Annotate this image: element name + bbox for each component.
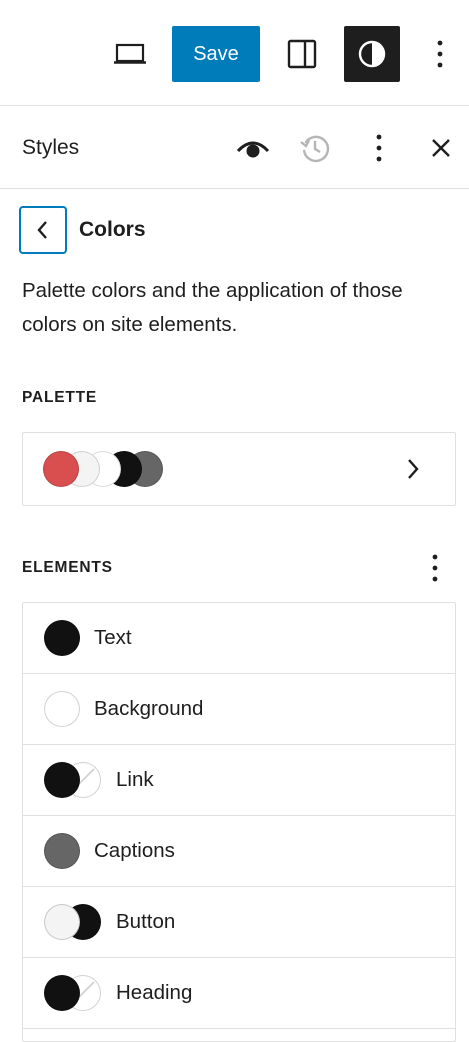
color-swatch: [44, 620, 80, 656]
color-swatch: [44, 904, 80, 940]
element-swatches: [44, 975, 101, 1011]
styles-half-circle-icon: [358, 40, 386, 68]
element-label: Button: [116, 910, 176, 933]
settings-sidebar-button[interactable]: [274, 26, 330, 82]
palette-button[interactable]: [22, 432, 456, 506]
element-swatches: [44, 904, 101, 940]
palette-heading: PALETTE: [22, 389, 98, 406]
element-row-background[interactable]: Background: [23, 674, 455, 745]
style-book-button[interactable]: [229, 124, 277, 172]
element-row-button[interactable]: Button: [23, 887, 455, 958]
color-swatch: [44, 833, 80, 869]
element-label: Link: [116, 768, 154, 791]
element-row-heading[interactable]: Heading: [23, 958, 455, 1029]
styles-button[interactable]: [344, 26, 400, 82]
more-vertical-icon: [376, 134, 382, 162]
element-row-text[interactable]: Text: [23, 603, 455, 674]
styles-panel-header: Styles: [0, 107, 469, 189]
elements-list: Text Background Link Captions Button Heading: [22, 602, 456, 1042]
sidebar-toggle-icon: [287, 39, 317, 69]
element-label: Text: [94, 626, 132, 649]
element-row-captions[interactable]: Captions: [23, 816, 455, 887]
more-vertical-icon: [432, 554, 438, 582]
save-button[interactable]: Save: [172, 26, 260, 82]
element-swatches: [44, 691, 80, 727]
chevron-right-icon: [408, 459, 419, 479]
element-swatches: [44, 620, 80, 656]
styles-actions-button[interactable]: [355, 124, 403, 172]
close-icon: [432, 139, 450, 157]
editor-toolbar: Save: [0, 0, 469, 106]
revisions-button[interactable]: [291, 124, 339, 172]
color-swatch: [44, 762, 80, 798]
history-icon: [300, 135, 330, 163]
palette-swatch: [43, 451, 79, 487]
color-swatch: [44, 691, 80, 727]
chevron-left-icon: [37, 221, 47, 239]
element-label: Background: [94, 697, 204, 720]
laptop-icon: [114, 43, 146, 64]
panel-title: Styles: [22, 136, 80, 159]
element-row-link[interactable]: Link: [23, 745, 455, 816]
colors-description: Palette colors and the application of th…: [22, 279, 403, 336]
eye-icon: [236, 141, 270, 158]
element-swatches: [44, 762, 101, 798]
elements-heading: ELEMENTS: [22, 559, 113, 576]
palette-swatches: [43, 451, 193, 487]
colors-nav-header: Colors: [19, 206, 146, 254]
back-button[interactable]: [19, 206, 67, 254]
more-vertical-icon: [437, 40, 443, 68]
elements-options-button[interactable]: [418, 550, 452, 586]
element-label: Captions: [94, 839, 175, 862]
color-swatch: [44, 975, 80, 1011]
close-button[interactable]: [417, 124, 465, 172]
options-button[interactable]: [414, 26, 466, 82]
element-swatches: [44, 833, 80, 869]
device-preview-button[interactable]: [102, 26, 158, 82]
colors-title: Colors: [79, 218, 146, 241]
element-label: Heading: [116, 981, 193, 1004]
